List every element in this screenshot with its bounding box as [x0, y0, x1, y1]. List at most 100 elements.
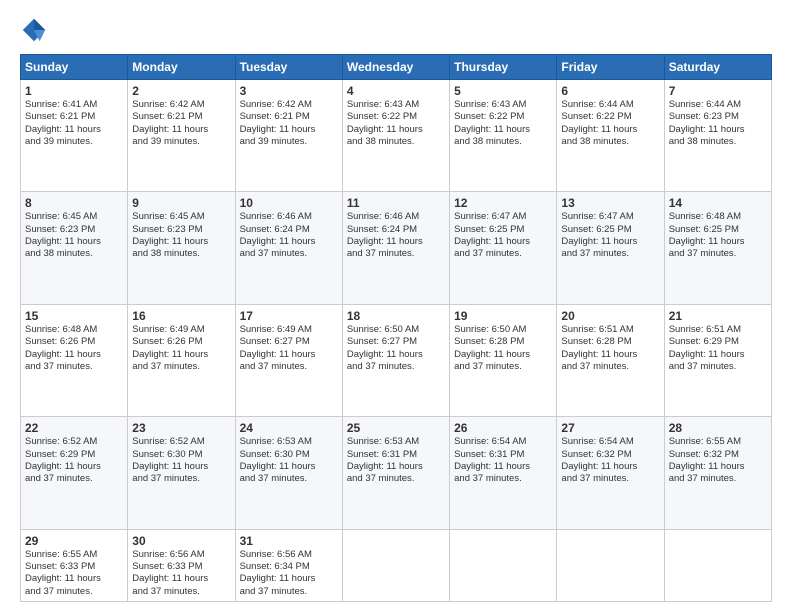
day-info-line: Sunrise: 6:45 AM	[25, 211, 123, 223]
day-info-line: Daylight: 11 hours	[240, 349, 338, 361]
day-info-line: Sunset: 6:29 PM	[25, 449, 123, 461]
day-info-line: Sunrise: 6:47 AM	[454, 211, 552, 223]
logo	[20, 16, 52, 44]
day-info-line: and 39 minutes.	[240, 136, 338, 148]
day-info-line: and 38 minutes.	[454, 136, 552, 148]
day-info-line: Sunset: 6:27 PM	[347, 336, 445, 348]
calendar-cell: 13Sunrise: 6:47 AMSunset: 6:25 PMDayligh…	[557, 192, 664, 304]
calendar-header-cell: Saturday	[664, 55, 771, 80]
day-info-line: and 38 minutes.	[347, 136, 445, 148]
day-number: 18	[347, 309, 445, 323]
calendar-cell: 10Sunrise: 6:46 AMSunset: 6:24 PMDayligh…	[235, 192, 342, 304]
day-info-line: Daylight: 11 hours	[347, 236, 445, 248]
calendar-week-row: 22 Sunrise: 6:52 AM Sunset: 6:29 PM Dayligh…	[21, 417, 772, 529]
day-info-line: Sunrise: 6:55 AM	[25, 549, 123, 561]
calendar-cell: 14Sunrise: 6:48 AMSunset: 6:25 PMDayligh…	[664, 192, 771, 304]
day-info-line: Sunset: 6:22 PM	[561, 111, 659, 123]
day-info-line: Sunrise: 6:50 AM	[347, 324, 445, 336]
day-info-line: and 37 minutes.	[240, 473, 338, 485]
calendar-cell: 24Sunrise: 6:53 AMSunset: 6:30 PMDayligh…	[235, 417, 342, 529]
day-info-line: and 37 minutes.	[561, 361, 659, 373]
day-info-line: Sunset: 6:23 PM	[669, 111, 767, 123]
calendar-cell: 26Sunrise: 6:54 AMSunset: 6:31 PMDayligh…	[450, 417, 557, 529]
day-info-line: Daylight: 11 hours	[454, 236, 552, 248]
calendar-week-row: 15Sunrise: 6:48 AMSunset: 6:26 PMDayligh…	[21, 304, 772, 416]
day-number: 7	[669, 84, 767, 98]
day-number: 12	[454, 196, 552, 210]
calendar-cell: 15Sunrise: 6:48 AMSunset: 6:26 PMDayligh…	[21, 304, 128, 416]
day-info-line: Sunset: 6:26 PM	[25, 336, 123, 348]
day-info-line: Sunset: 6:26 PM	[132, 336, 230, 348]
calendar-header-cell: Thursday	[450, 55, 557, 80]
day-info-line: Sunrise: 6:48 AM	[669, 211, 767, 223]
day-info-line: Sunrise: 6:52 AM	[132, 436, 230, 448]
calendar-cell: 28Sunrise: 6:55 AMSunset: 6:32 PMDayligh…	[664, 417, 771, 529]
day-info-line: Daylight: 11 hours	[561, 124, 659, 136]
day-info-line: and 37 minutes.	[454, 473, 552, 485]
day-info-line: Sunset: 6:25 PM	[561, 224, 659, 236]
calendar-cell: 18Sunrise: 6:50 AMSunset: 6:27 PMDayligh…	[342, 304, 449, 416]
day-info-line: Sunrise: 6:53 AM	[240, 436, 338, 448]
calendar-cell: 16Sunrise: 6:49 AMSunset: 6:26 PMDayligh…	[128, 304, 235, 416]
day-info-line: Sunrise: 6:54 AM	[454, 436, 552, 448]
day-number: 28	[669, 421, 767, 435]
day-info-line: and 39 minutes.	[132, 136, 230, 148]
day-number: 31	[240, 534, 338, 548]
day-info-line: Sunrise: 6:43 AM	[454, 99, 552, 111]
page: SundayMondayTuesdayWednesdayThursdayFrid…	[0, 0, 792, 612]
day-info-line: Sunset: 6:22 PM	[454, 111, 552, 123]
day-info-line: and 37 minutes.	[132, 586, 230, 598]
calendar-cell: 25Sunrise: 6:53 AMSunset: 6:31 PMDayligh…	[342, 417, 449, 529]
day-info-line: Sunset: 6:34 PM	[240, 561, 338, 573]
day-info-line: Sunset: 6:31 PM	[347, 449, 445, 461]
day-info-line: and 37 minutes.	[561, 248, 659, 260]
day-info-line: and 37 minutes.	[561, 473, 659, 485]
day-number: 11	[347, 196, 445, 210]
day-info-line: and 37 minutes.	[132, 473, 230, 485]
day-info-line: Sunset: 6:32 PM	[561, 449, 659, 461]
calendar-header-cell: Sunday	[21, 55, 128, 80]
day-number: 21	[669, 309, 767, 323]
day-number: 16	[132, 309, 230, 323]
day-info-line: Sunrise: 6:45 AM	[132, 211, 230, 223]
day-number: 2	[132, 84, 230, 98]
day-info-line: Sunrise: 6:46 AM	[240, 211, 338, 223]
day-info-line: Daylight: 11 hours	[25, 349, 123, 361]
calendar-cell: 6Sunrise: 6:44 AMSunset: 6:22 PMDaylight…	[557, 80, 664, 192]
day-info-line: Daylight: 11 hours	[669, 461, 767, 473]
day-number: 4	[347, 84, 445, 98]
calendar-cell: 27Sunrise: 6:54 AMSunset: 6:32 PMDayligh…	[557, 417, 664, 529]
calendar-cell: 29Sunrise: 6:55 AMSunset: 6:33 PMDayligh…	[21, 529, 128, 601]
day-info-line: and 37 minutes.	[454, 248, 552, 260]
day-info-line: Sunset: 6:27 PM	[240, 336, 338, 348]
calendar-cell	[557, 529, 664, 601]
logo-icon	[20, 16, 48, 44]
day-info-line: Sunrise: 6:42 AM	[132, 99, 230, 111]
day-number: 22	[25, 421, 123, 435]
day-info-line: Sunrise: 6:55 AM	[669, 436, 767, 448]
day-info-line: and 39 minutes.	[25, 136, 123, 148]
day-info-line: Daylight: 11 hours	[25, 236, 123, 248]
calendar-cell: 20Sunrise: 6:51 AMSunset: 6:28 PMDayligh…	[557, 304, 664, 416]
day-info-line: Sunrise: 6:54 AM	[561, 436, 659, 448]
header	[20, 16, 772, 44]
calendar-week-row: 29Sunrise: 6:55 AMSunset: 6:33 PMDayligh…	[21, 529, 772, 601]
day-info-line: and 38 minutes.	[561, 136, 659, 148]
day-info-line: Daylight: 11 hours	[454, 124, 552, 136]
day-info-line: Daylight: 11 hours	[347, 461, 445, 473]
day-info-line: Sunrise: 6:53 AM	[347, 436, 445, 448]
day-info-line: Daylight: 11 hours	[132, 124, 230, 136]
calendar-header-cell: Wednesday	[342, 55, 449, 80]
day-number: 8	[25, 196, 123, 210]
day-info-line: Daylight: 11 hours	[240, 461, 338, 473]
day-info-line: Sunset: 6:28 PM	[454, 336, 552, 348]
day-info-line: Daylight: 11 hours	[454, 461, 552, 473]
day-info-line: and 37 minutes.	[240, 248, 338, 260]
day-info-line: Sunset: 6:33 PM	[132, 561, 230, 573]
day-info-line: Daylight: 11 hours	[25, 573, 123, 585]
day-number: 14	[669, 196, 767, 210]
calendar-header-cell: Monday	[128, 55, 235, 80]
calendar-cell: 22Sunrise: 6:52 AMSunset: 6:29 PMDayligh…	[21, 417, 128, 529]
day-info-line: Daylight: 11 hours	[561, 236, 659, 248]
day-info-line: and 37 minutes.	[240, 361, 338, 373]
